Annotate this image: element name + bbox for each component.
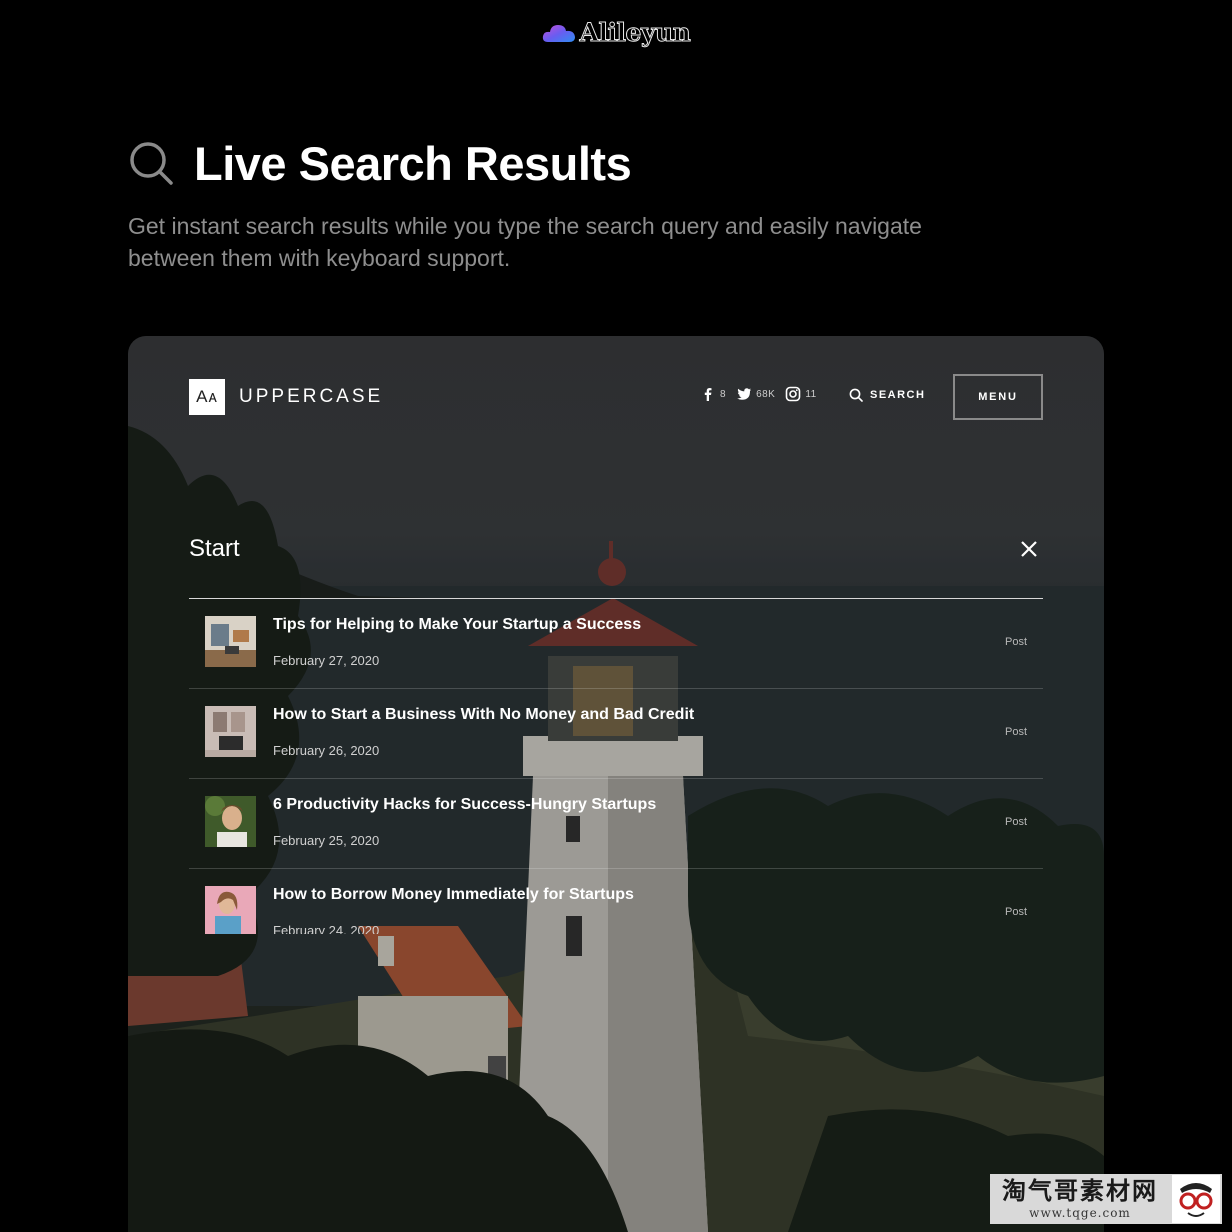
search-input[interactable]: Start — [189, 535, 240, 563]
twitter-icon — [737, 388, 752, 400]
brand-watermark: Alileyun — [0, 18, 1232, 48]
result-type: Post — [1004, 636, 1027, 648]
facebook-count: 8 — [720, 388, 727, 400]
result-date: February 27, 2020 — [273, 653, 380, 668]
logo-mark: Aᴀ — [189, 379, 225, 415]
search-icon — [130, 142, 173, 185]
page-title: Live Search Results — [194, 137, 632, 190]
search-button[interactable]: SEARCH — [849, 388, 925, 402]
search-result[interactable]: Tips for Helping to Make Your Startup a … — [189, 599, 1043, 689]
result-type: Post — [1004, 726, 1027, 738]
search-results-list: Tips for Helping to Make Your Startup a … — [189, 599, 1043, 934]
glasses-face-icon — [1172, 1175, 1220, 1223]
site-watermark: 淘气哥素材网 www.tqge.com — [990, 1174, 1222, 1224]
page-description: Get instant search results while you typ… — [128, 213, 922, 271]
search-icon — [849, 388, 863, 402]
logo-text: UPPERCASE — [239, 386, 384, 407]
instagram-icon — [786, 386, 801, 402]
instagram-link[interactable]: 11 — [785, 386, 816, 402]
result-title: How to Borrow Money Immediately for Star… — [273, 886, 634, 903]
site-logo[interactable]: Aᴀ UPPERCASE — [189, 379, 383, 415]
result-title: Tips for Helping to Make Your Startup a … — [273, 616, 642, 633]
result-date: February 25, 2020 — [273, 833, 380, 848]
search-result[interactable]: 6 Productivity Hacks for Success-Hungry … — [189, 779, 1043, 869]
result-date: February 24, 2020 — [273, 923, 380, 934]
twitter-count: 68K — [756, 388, 776, 400]
watermark-cn: 淘气哥素材网 — [1002, 1178, 1158, 1205]
result-title: How to Start a Business With No Money an… — [273, 706, 695, 723]
twitter-link[interactable]: 68K — [736, 386, 775, 402]
demo-preview: Aᴀ UPPERCASE 8 68K 11 SEARCH MENU Start … — [128, 336, 1104, 1232]
brand-wordmark: Alileyun — [579, 18, 691, 48]
facebook-icon — [704, 388, 712, 401]
social-links: 8 68K 11 — [700, 386, 817, 402]
watermark-text: 淘气哥素材网 www.tqge.com — [990, 1178, 1170, 1220]
page: Alileyun Live Search Results Get instant… — [0, 0, 1232, 1232]
close-icon[interactable] — [1019, 539, 1039, 559]
hero-title-row: Live Search Results — [128, 136, 632, 192]
instagram-count: 11 — [805, 388, 817, 400]
cloud-logo-icon — [542, 24, 575, 42]
result-type: Post — [1004, 906, 1027, 918]
result-thumbnail — [205, 796, 256, 847]
facebook-link[interactable]: 8 — [700, 386, 726, 402]
result-thumbnail — [205, 706, 256, 757]
result-title: 6 Productivity Hacks for Success-Hungry … — [273, 796, 657, 813]
menu-button[interactable]: MENU — [953, 374, 1043, 420]
result-date: February 26, 2020 — [273, 743, 380, 758]
result-thumbnail — [205, 886, 256, 934]
search-button-label: SEARCH — [870, 389, 926, 401]
watermark-url: www.tqge.com — [1029, 1206, 1131, 1220]
search-result[interactable]: How to Start a Business With No Money an… — [189, 689, 1043, 779]
search-result[interactable]: How to Borrow Money Immediately for Star… — [189, 869, 1043, 934]
result-type: Post — [1004, 816, 1027, 828]
result-thumbnail — [205, 616, 256, 667]
